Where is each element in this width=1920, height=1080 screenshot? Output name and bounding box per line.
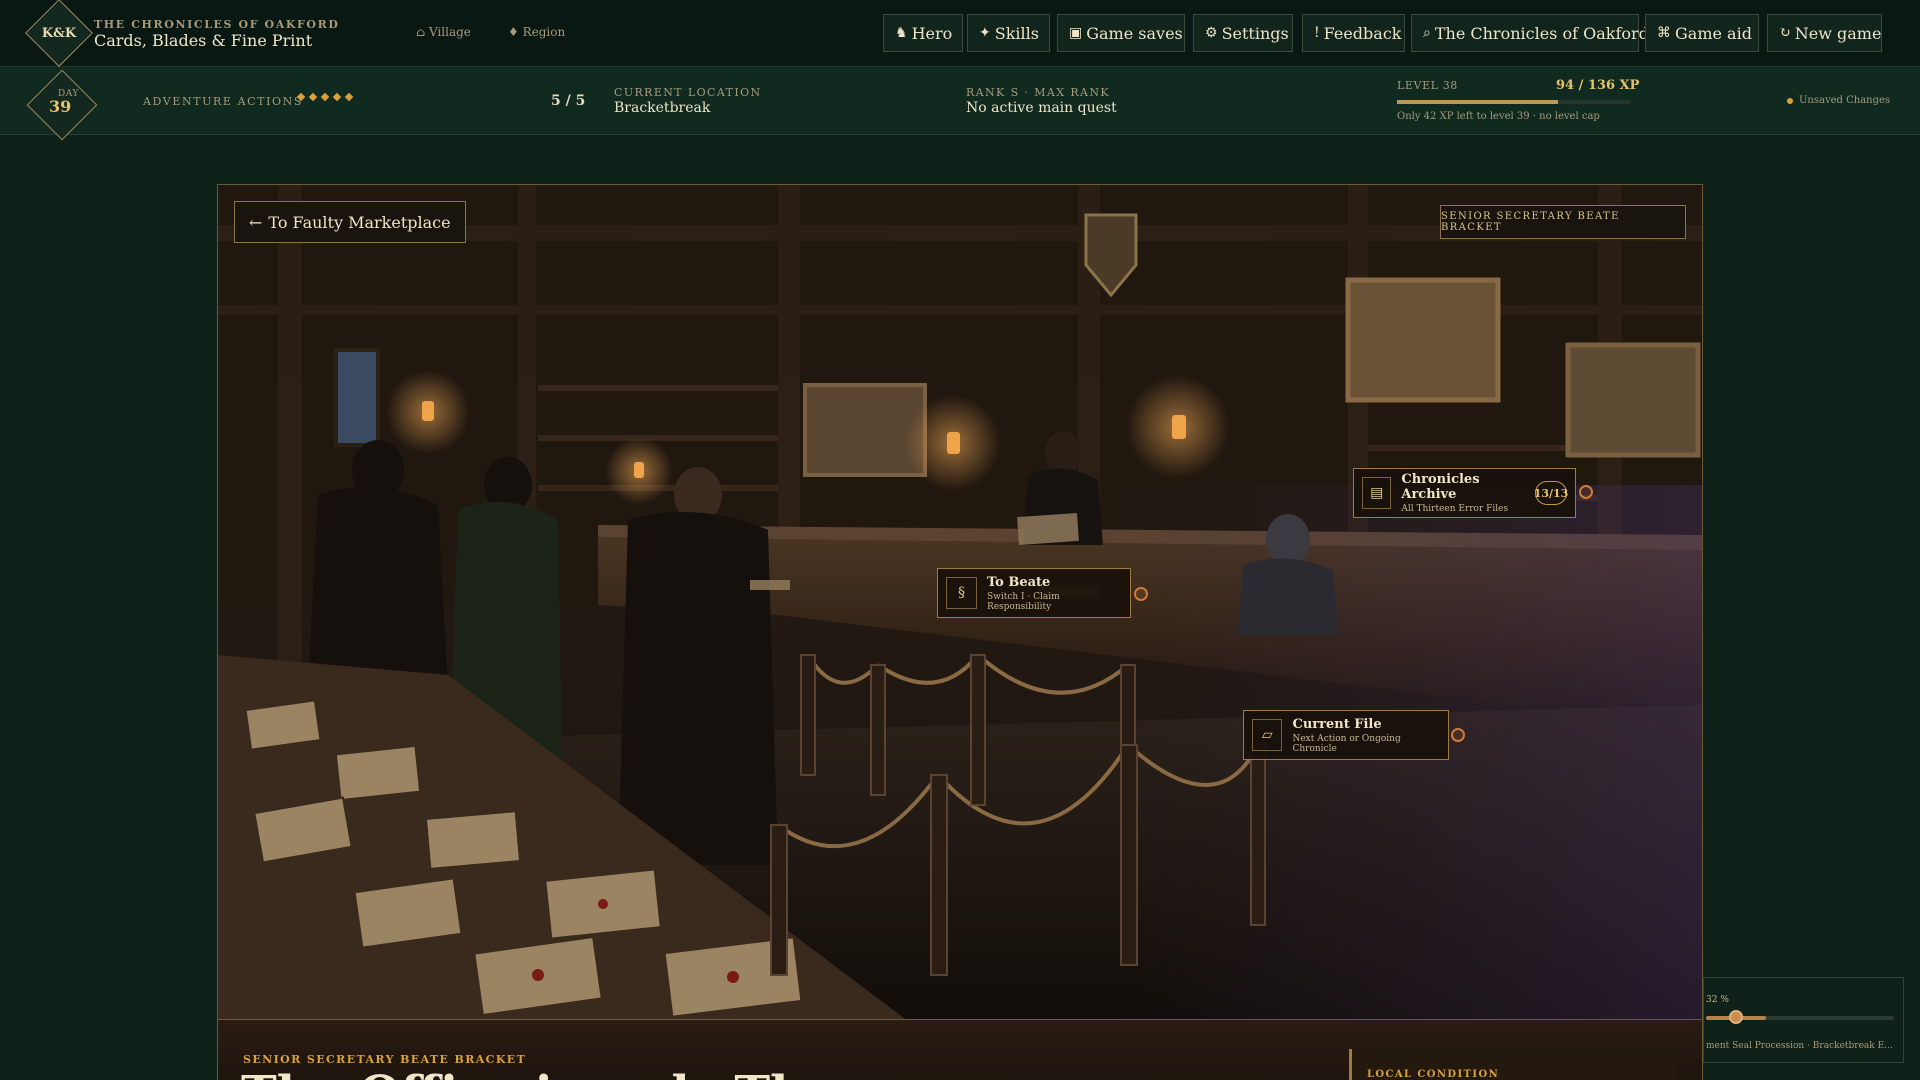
unsaved-changes-label: Unsaved Changes	[1799, 95, 1891, 106]
feedback-button[interactable]: ! Feedback	[1302, 14, 1405, 52]
action-pip	[320, 92, 330, 102]
xp-progress-fill	[1397, 100, 1559, 104]
unsaved-changes-indicator[interactable]: Unsaved Changes	[1787, 95, 1890, 106]
panel-title: The Office in only The	[241, 1066, 836, 1080]
adventure-actions-count: 5 / 5	[551, 93, 586, 109]
rank-label: RANK S · MAX RANK	[966, 86, 1110, 99]
skills-button-label: Skills	[994, 23, 1039, 43]
hero-icon: ♞	[895, 25, 908, 41]
hotspot-title: Current File	[1292, 716, 1382, 732]
action-pip	[332, 92, 342, 102]
unsaved-dot-icon	[1787, 97, 1793, 104]
new-game-button-label: New game	[1794, 23, 1882, 43]
hotspot-marker-icon[interactable]	[1451, 728, 1465, 742]
level-label: LEVEL 38	[1397, 79, 1458, 92]
day-number: 39	[49, 97, 72, 116]
logo-text: K&K	[41, 25, 77, 41]
hotspot-chronicles-archive[interactable]: ▤ Chronicles Archive All Thirteen Error …	[1353, 468, 1576, 518]
chronicles-button-label: The Chronicles of Oakford	[1434, 23, 1649, 43]
new-game-button[interactable]: ↻ New game	[1767, 14, 1882, 52]
section-icon: §	[946, 577, 977, 609]
progress-percent: 32 %	[1706, 995, 1729, 1005]
brand-subtitle: THE CHRONICLES OF OAKFORD	[94, 18, 340, 31]
npc-name-tag: SENIOR SECRETARY BEATE BRACKET	[1440, 205, 1686, 239]
settings-button[interactable]: ⚙ Settings	[1193, 14, 1293, 52]
back-button-label: To Faulty Marketplace	[268, 212, 451, 232]
hotspot-current-file[interactable]: ▱ Current File Next Action or Ongoing Ch…	[1243, 710, 1449, 760]
hotspot-subtitle: All Thirteen Error Files	[1401, 504, 1509, 514]
location-label: CURRENT LOCATION	[614, 86, 762, 99]
nav-region-link[interactable]: ♦ Region	[508, 25, 565, 39]
archive-count-badge: 13/13	[1534, 481, 1568, 505]
hero-button-label: Hero	[911, 23, 953, 43]
game-saves-button-label: Game saves	[1086, 23, 1183, 43]
hotspot-subtitle: Switch I · Claim Responsibility	[986, 591, 1060, 612]
new-game-icon: ↻	[1779, 25, 1791, 41]
game-saves-button[interactable]: ▣ Game saves	[1057, 14, 1185, 52]
xp-progress-bar	[1397, 100, 1631, 104]
xp-note: Only 42 XP left to level 39 · no level c…	[1397, 111, 1600, 122]
adventure-actions-label: ADVENTURE ACTIONS	[143, 95, 304, 108]
action-pip	[344, 92, 354, 102]
archive-icon: ▤	[1362, 477, 1392, 509]
arrow-left-icon: ←	[249, 212, 263, 232]
skills-button[interactable]: ✦ Skills	[967, 14, 1050, 52]
save-icon: ▣	[1069, 25, 1083, 41]
file-icon: ▱	[1252, 719, 1283, 751]
hero-button[interactable]: ♞ Hero	[883, 14, 963, 52]
location-value: Bracketbreak	[614, 100, 711, 116]
hotspot-title: To Beate	[986, 574, 1051, 590]
action-pip	[308, 92, 318, 102]
hotspot-subtitle: Next Action or Ongoing Chronicle	[1292, 733, 1401, 754]
panel-kicker: SENIOR SECRETARY BEATE BRACKET	[243, 1053, 527, 1066]
xp-value: 94 / 136 XP	[1556, 78, 1640, 93]
feedback-icon: !	[1314, 25, 1320, 41]
nav-village-link[interactable]: ⌂ Village	[416, 25, 471, 39]
progress-caption: ment Seal Procession · Bracketbreak Erro…	[1706, 1041, 1896, 1051]
game-aid-icon: ⌘	[1657, 25, 1671, 41]
back-to-marketplace-button[interactable]: ← To Faulty Marketplace	[234, 201, 466, 243]
skills-icon: ✦	[979, 25, 991, 41]
quest-status: No active main quest	[966, 100, 1117, 116]
local-condition-card: LOCAL CONDITION	[1349, 1049, 1677, 1080]
game-aid-button[interactable]: ⌘ Game aid	[1645, 14, 1759, 52]
hotspot-marker-icon[interactable]	[1134, 587, 1148, 601]
gear-icon: ⚙	[1205, 25, 1218, 41]
adventure-action-pips	[296, 92, 354, 102]
brand-title: Cards, Blades & Fine Print	[94, 31, 313, 50]
chronicles-button[interactable]: ⌕ The Chronicles of Oakford	[1411, 14, 1649, 52]
game-aid-button-label: Game aid	[1675, 23, 1752, 43]
settings-button-label: Settings	[1221, 23, 1289, 43]
action-pip	[296, 92, 306, 102]
hotspot-title: Chronicles Archive	[1401, 472, 1480, 502]
hotspot-to-beate[interactable]: § To Beate Switch I · Claim Responsibili…	[937, 568, 1131, 618]
chronicles-icon: ⌕	[1423, 25, 1431, 41]
local-condition-label: LOCAL CONDITION	[1367, 1069, 1500, 1080]
feedback-button-label: Feedback	[1323, 23, 1402, 43]
hotspot-marker-icon[interactable]	[1579, 485, 1593, 499]
